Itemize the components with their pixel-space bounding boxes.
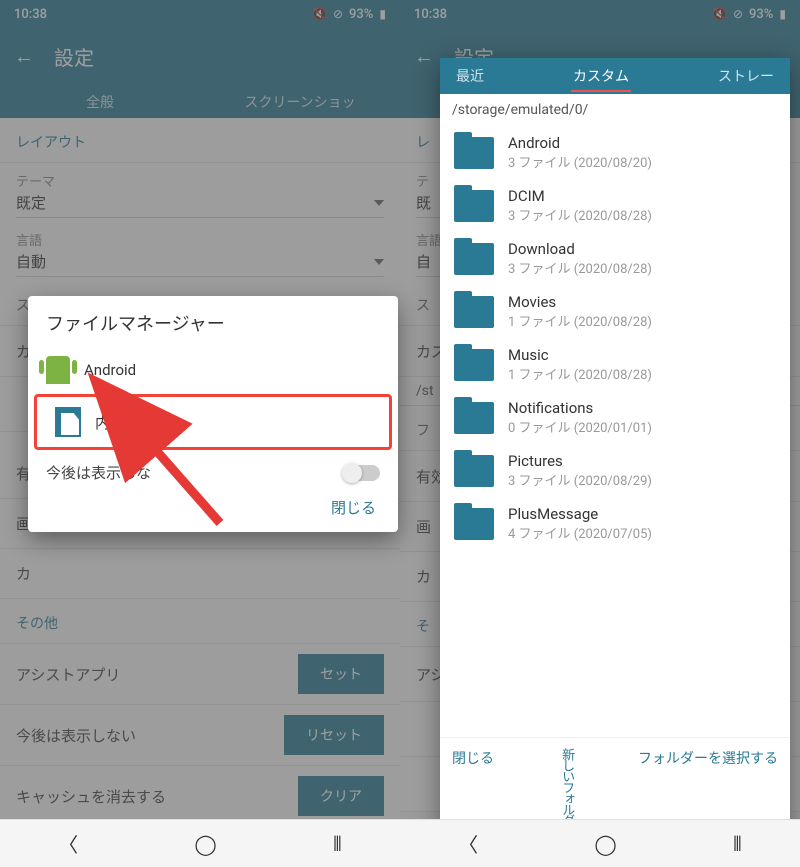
tab-underline — [571, 90, 631, 92]
close-button[interactable]: 閉じる — [452, 748, 494, 768]
no-sim-icon: ⊘ — [733, 7, 743, 21]
app-bar: ← 設定 — [0, 28, 400, 84]
folder-icon — [454, 137, 494, 169]
folder-icon — [454, 190, 494, 222]
nav-bar: 〈 ◯ ⦀ — [0, 819, 400, 867]
tab-recent[interactable]: 最近 — [440, 58, 500, 94]
dont-show-label: 今後は表示しない — [16, 725, 136, 746]
folder-list: Android 3 ファイル (2020/08/20) DCIM 3 ファイル … — [440, 126, 790, 737]
mute-icon: 🔇 — [312, 7, 327, 21]
folder-item[interactable]: PlusMessage 4 ファイル (2020/07/05) — [440, 497, 790, 550]
folder-sub: 3 ファイル (2020/08/20) — [508, 152, 652, 171]
nav-recent-icon[interactable]: ⦀ — [333, 832, 342, 856]
tab-screenshot[interactable]: スクリーンショッ — [200, 92, 400, 118]
tab-custom[interactable]: カスタム — [500, 58, 702, 94]
chevron-down-icon — [374, 200, 384, 206]
folder-sub: 3 ファイル (2020/08/28) — [508, 258, 652, 277]
dialog-dont-show: 今後は表示しな — [46, 462, 151, 483]
folder-name: Pictures — [508, 452, 652, 470]
back-icon[interactable]: ← — [414, 44, 434, 69]
file-icon — [55, 407, 81, 437]
dialog-item-android[interactable]: Android — [28, 346, 398, 394]
tab-storage[interactable]: ストレー — [702, 58, 790, 94]
folder-icon — [454, 508, 494, 540]
status-bar: 10:38 🔇 ⊘ 93% ▮ — [400, 0, 800, 28]
android-icon — [46, 356, 70, 384]
folder-sub: 1 ファイル (2020/08/28) — [508, 311, 652, 330]
folder-item[interactable]: Music 1 ファイル (2020/08/28) — [440, 338, 790, 391]
folder-name: Music — [508, 346, 652, 364]
set-button[interactable]: セット — [298, 654, 384, 694]
assist-label: アシストアプリ — [16, 664, 120, 685]
folder-name: DCIM — [508, 187, 652, 205]
left-screen: 10:38 🔇 ⊘ 93% ▮ ← 設定 全般 スクリーンショッ レイアウト テ… — [0, 0, 400, 867]
chevron-down-icon — [374, 259, 384, 265]
dialog-title: ファイルマネージャー — [28, 310, 398, 346]
folder-item[interactable]: Download 3 ファイル (2020/08/28) — [440, 232, 790, 285]
mute-icon: 🔇 — [712, 7, 727, 21]
dialog-item-internal[interactable]: 内部 — [34, 394, 392, 450]
theme-label: テーマ — [16, 171, 384, 190]
battery-pct: 93% — [349, 7, 373, 22]
folder-name: Notifications — [508, 399, 652, 417]
battery-icon: ▮ — [779, 7, 786, 21]
folder-item[interactable]: Movies 1 ファイル (2020/08/28) — [440, 285, 790, 338]
new-folder-button[interactable]: 新しいフォルダ — [559, 748, 573, 825]
right-screen: 10:38 🔇 ⊘ 93% ▮ ← 設定 ョッ レ テ 既 言語 自 ス カス … — [400, 0, 800, 867]
folder-icon — [454, 243, 494, 275]
nav-back-icon[interactable]: 〈 — [58, 829, 78, 858]
clear-button[interactable]: クリア — [298, 776, 384, 816]
status-time: 10:38 — [414, 7, 447, 22]
folder-name: Movies — [508, 293, 652, 311]
reset-button[interactable]: リセット — [284, 715, 384, 755]
battery-pct: 93% — [749, 7, 773, 22]
status-time: 10:38 — [14, 7, 47, 22]
folder-name: PlusMessage — [508, 505, 652, 523]
file-manager-dialog: ファイルマネージャー Android 内部 今後は表示しな 閉じる — [28, 296, 398, 532]
section-layout: レイアウト — [0, 118, 400, 163]
folder-picker-dialog: 最近 カスタム ストレー /storage/emulated/0/ Androi… — [440, 58, 790, 837]
close-button[interactable]: 閉じる — [28, 487, 398, 528]
status-bar: 10:38 🔇 ⊘ 93% ▮ — [0, 0, 400, 28]
folder-name: Android — [508, 134, 652, 152]
page-title: 設定 — [54, 42, 94, 71]
folder-name: Download — [508, 240, 652, 258]
language-dropdown[interactable]: 自動 — [16, 251, 384, 277]
language-label: 言語 — [16, 230, 384, 249]
folder-icon — [454, 455, 494, 487]
folder-sub: 0 ファイル (2020/01/01) — [508, 417, 652, 436]
folder-sub: 1 ファイル (2020/08/28) — [508, 364, 652, 383]
folder-item[interactable]: Pictures 3 ファイル (2020/08/29) — [440, 444, 790, 497]
nav-home-icon[interactable]: ◯ — [194, 832, 216, 856]
no-sim-icon: ⊘ — [333, 7, 343, 21]
nav-recent-icon[interactable]: ⦀ — [733, 832, 742, 856]
folder-sub: 3 ファイル (2020/08/29) — [508, 470, 652, 489]
section-other: その他 — [0, 599, 400, 644]
nav-back-icon[interactable]: 〈 — [458, 829, 478, 858]
select-folder-button[interactable]: フォルダーを選択する — [638, 748, 778, 768]
folder-icon — [454, 296, 494, 328]
theme-dropdown[interactable]: 既定 — [16, 192, 384, 218]
toggle-off[interactable] — [344, 465, 380, 481]
folder-sub: 3 ファイル (2020/08/28) — [508, 205, 652, 224]
path-display: /storage/emulated/0/ — [440, 94, 790, 126]
folder-item[interactable]: Android 3 ファイル (2020/08/20) — [440, 126, 790, 179]
nav-bar: 〈 ◯ ⦀ — [400, 819, 800, 867]
folder-icon — [454, 402, 494, 434]
battery-icon: ▮ — [379, 7, 386, 21]
cache-label: キャッシュを消去する — [16, 786, 166, 807]
tab-row: 全般 スクリーンショッ — [0, 84, 400, 118]
back-icon[interactable]: ← — [14, 44, 34, 69]
fd-tabs: 最近 カスタム ストレー — [440, 58, 790, 94]
folder-icon — [454, 349, 494, 381]
folder-sub: 4 ファイル (2020/07/05) — [508, 523, 652, 542]
folder-item[interactable]: Notifications 0 ファイル (2020/01/01) — [440, 391, 790, 444]
tab-general[interactable]: 全般 — [0, 92, 200, 118]
folder-item[interactable]: DCIM 3 ファイル (2020/08/28) — [440, 179, 790, 232]
nav-home-icon[interactable]: ◯ — [594, 832, 616, 856]
